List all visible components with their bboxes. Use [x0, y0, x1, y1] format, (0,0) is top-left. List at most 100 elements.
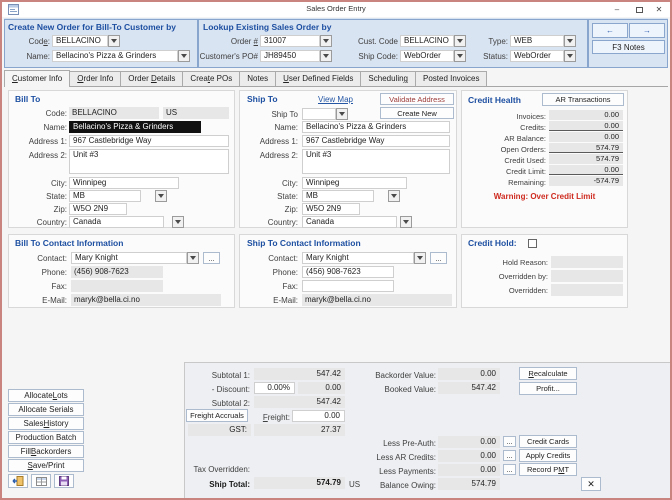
- view-map-link[interactable]: View Map: [318, 95, 353, 104]
- order-number-dropdown-icon[interactable]: [320, 35, 332, 47]
- less-ar-credits-value: 0.00: [438, 450, 500, 462]
- ar-transactions-button[interactable]: AR Transactions: [542, 93, 624, 106]
- bill-country-dropdown-icon[interactable]: [172, 216, 184, 228]
- ship-total-value: 574.79: [254, 477, 345, 489]
- bill-contact-input[interactable]: Mary Knight: [71, 252, 187, 264]
- ship-phone-label: Phone:: [242, 267, 298, 278]
- create-new-button[interactable]: Create New: [380, 107, 454, 119]
- bill-addr2-input[interactable]: Unit #3: [69, 149, 229, 174]
- credit-limit-warning: Warning: Over Credit Limit: [462, 192, 627, 201]
- ship-state-input[interactable]: MB: [302, 190, 374, 202]
- bill-contact-more-button[interactable]: ...: [203, 252, 220, 264]
- ship-contact-input[interactable]: Mary Knight: [302, 252, 414, 264]
- sales-history-button[interactable]: Sales History: [8, 417, 84, 430]
- prev-record-button[interactable]: ←: [592, 23, 628, 38]
- ar-credits-more-button[interactable]: ...: [503, 450, 516, 461]
- tab-order-info[interactable]: Order Info: [69, 71, 121, 86]
- next-record-button[interactable]: →: [629, 23, 665, 38]
- f3-notes-button[interactable]: F3 Notes: [592, 40, 665, 54]
- credits-label: Credits:: [462, 122, 546, 133]
- overridden-by-value: [551, 270, 623, 282]
- ship-phone-input[interactable]: (456) 908-7623: [302, 266, 394, 278]
- allocate-lots-button[interactable]: Allocate Lots: [8, 389, 84, 402]
- cust-code-input[interactable]: BELLACINO: [400, 35, 454, 47]
- title-bar: Sales Order Entry – ✕: [2, 2, 670, 17]
- ship-zip-input[interactable]: W5O 2N9: [302, 203, 360, 215]
- bill-zip-input[interactable]: W5O 2N9: [69, 203, 127, 215]
- production-batch-button[interactable]: Production Batch: [8, 431, 84, 444]
- bill-state-dropdown-icon[interactable]: [155, 190, 167, 202]
- ship-contact-dropdown-icon[interactable]: [414, 252, 426, 264]
- tab-posted-invoices[interactable]: Posted Invoices: [415, 71, 487, 86]
- ship-to-select-input[interactable]: [302, 108, 336, 120]
- ship-to-select-dropdown-icon[interactable]: [336, 108, 348, 120]
- profit-button[interactable]: Profit...: [519, 382, 577, 395]
- discount-pct-input[interactable]: 0.00%: [254, 382, 295, 394]
- bill-contact-dropdown-icon[interactable]: [187, 252, 199, 264]
- bill-country-input[interactable]: Canada: [69, 216, 164, 228]
- customer-po-dropdown-icon[interactable]: [320, 50, 332, 62]
- type-input[interactable]: WEB: [510, 35, 564, 47]
- ship-country-input[interactable]: Canada: [302, 216, 397, 228]
- ship-fax-input[interactable]: [302, 280, 394, 292]
- less-payments-label: Less Payments:: [348, 466, 436, 477]
- create-code-dropdown-icon[interactable]: [108, 35, 120, 47]
- ship-country-dropdown-icon[interactable]: [400, 216, 412, 228]
- maximize-button[interactable]: [630, 3, 648, 16]
- create-code-input[interactable]: BELLACINO: [52, 35, 108, 47]
- validate-address-button[interactable]: Validate Address: [380, 93, 454, 105]
- bill-state-input[interactable]: MB: [69, 190, 141, 202]
- ship-contact-label: Contact:: [242, 253, 298, 264]
- save-print-button[interactable]: Save/Print: [8, 459, 84, 472]
- cancel-order-button[interactable]: ✕: [581, 477, 601, 491]
- ship-contact-more-button[interactable]: ...: [430, 252, 447, 264]
- ship-code-dropdown-icon[interactable]: [454, 50, 466, 62]
- save-record-button[interactable]: [54, 474, 74, 488]
- ship-code-input[interactable]: WebOrder: [400, 50, 454, 62]
- close-button[interactable]: ✕: [650, 3, 668, 16]
- cust-code-dropdown-icon[interactable]: [454, 35, 466, 47]
- discount-label: - Discount:: [150, 384, 250, 395]
- bill-addr2-label: Address 2:: [11, 150, 67, 161]
- backorder-value: 0.00: [438, 368, 500, 380]
- tab-scheduling[interactable]: Scheduling: [360, 71, 416, 86]
- ship-addr2-input[interactable]: Unit #3: [302, 149, 450, 174]
- pre-auth-more-button[interactable]: ...: [503, 436, 516, 447]
- ship-city-input[interactable]: Winnipeg: [302, 177, 407, 189]
- allocate-serials-button[interactable]: Allocate Serials: [8, 403, 84, 416]
- fill-backorders-button[interactable]: Fill Backorders: [8, 445, 84, 458]
- order-number-input[interactable]: 31007: [260, 35, 320, 47]
- create-name-input[interactable]: Bellacino's Pizza & Grinders: [52, 50, 178, 62]
- minimize-button[interactable]: –: [608, 3, 626, 16]
- tab-order-details[interactable]: Order Details: [120, 71, 183, 86]
- credit-cards-button[interactable]: Credit Cards: [519, 435, 577, 448]
- tax-name-value: GST:: [188, 424, 251, 436]
- tab-user-defined-fields[interactable]: User Defined Fields: [275, 71, 361, 86]
- bill-name-input[interactable]: Bellacino's Pizza & Grinders: [69, 121, 201, 133]
- recalculate-button[interactable]: Recalculate: [519, 367, 577, 380]
- freight-accruals-button[interactable]: Freight Accruals: [186, 409, 248, 422]
- type-dropdown-icon[interactable]: [564, 35, 576, 47]
- record-pmt-button[interactable]: Record PMT: [519, 463, 577, 476]
- bill-to-title: Bill To: [15, 94, 40, 104]
- ship-name-input[interactable]: Bellacino's Pizza & Grinders: [302, 121, 450, 133]
- ship-addr1-input[interactable]: 967 Castlebridge Way: [302, 135, 450, 147]
- status-dropdown-icon[interactable]: [564, 50, 576, 62]
- datasheet-button[interactable]: [31, 474, 51, 488]
- freight-input[interactable]: 0.00: [292, 410, 345, 422]
- bill-city-input[interactable]: Winnipeg: [69, 177, 179, 189]
- payments-more-button[interactable]: ...: [503, 464, 516, 475]
- bill-addr1-input[interactable]: 967 Castlebridge Way: [69, 135, 229, 147]
- tab-customer-info[interactable]: Customer Info: [4, 70, 70, 87]
- ship-name-label: Name:: [242, 122, 298, 133]
- apply-credits-button[interactable]: Apply Credits: [519, 449, 577, 462]
- customer-po-input[interactable]: JH89450: [260, 50, 320, 62]
- credit-hold-checkbox[interactable]: [528, 239, 537, 248]
- tab-create-pos[interactable]: Create POs: [182, 71, 240, 86]
- status-input[interactable]: WebOrder: [510, 50, 564, 62]
- ship-city-label: City:: [242, 178, 298, 189]
- ship-state-dropdown-icon[interactable]: [388, 190, 400, 202]
- create-name-dropdown-icon[interactable]: [178, 50, 190, 62]
- tab-notes[interactable]: Notes: [239, 71, 276, 86]
- exit-button[interactable]: [8, 474, 28, 488]
